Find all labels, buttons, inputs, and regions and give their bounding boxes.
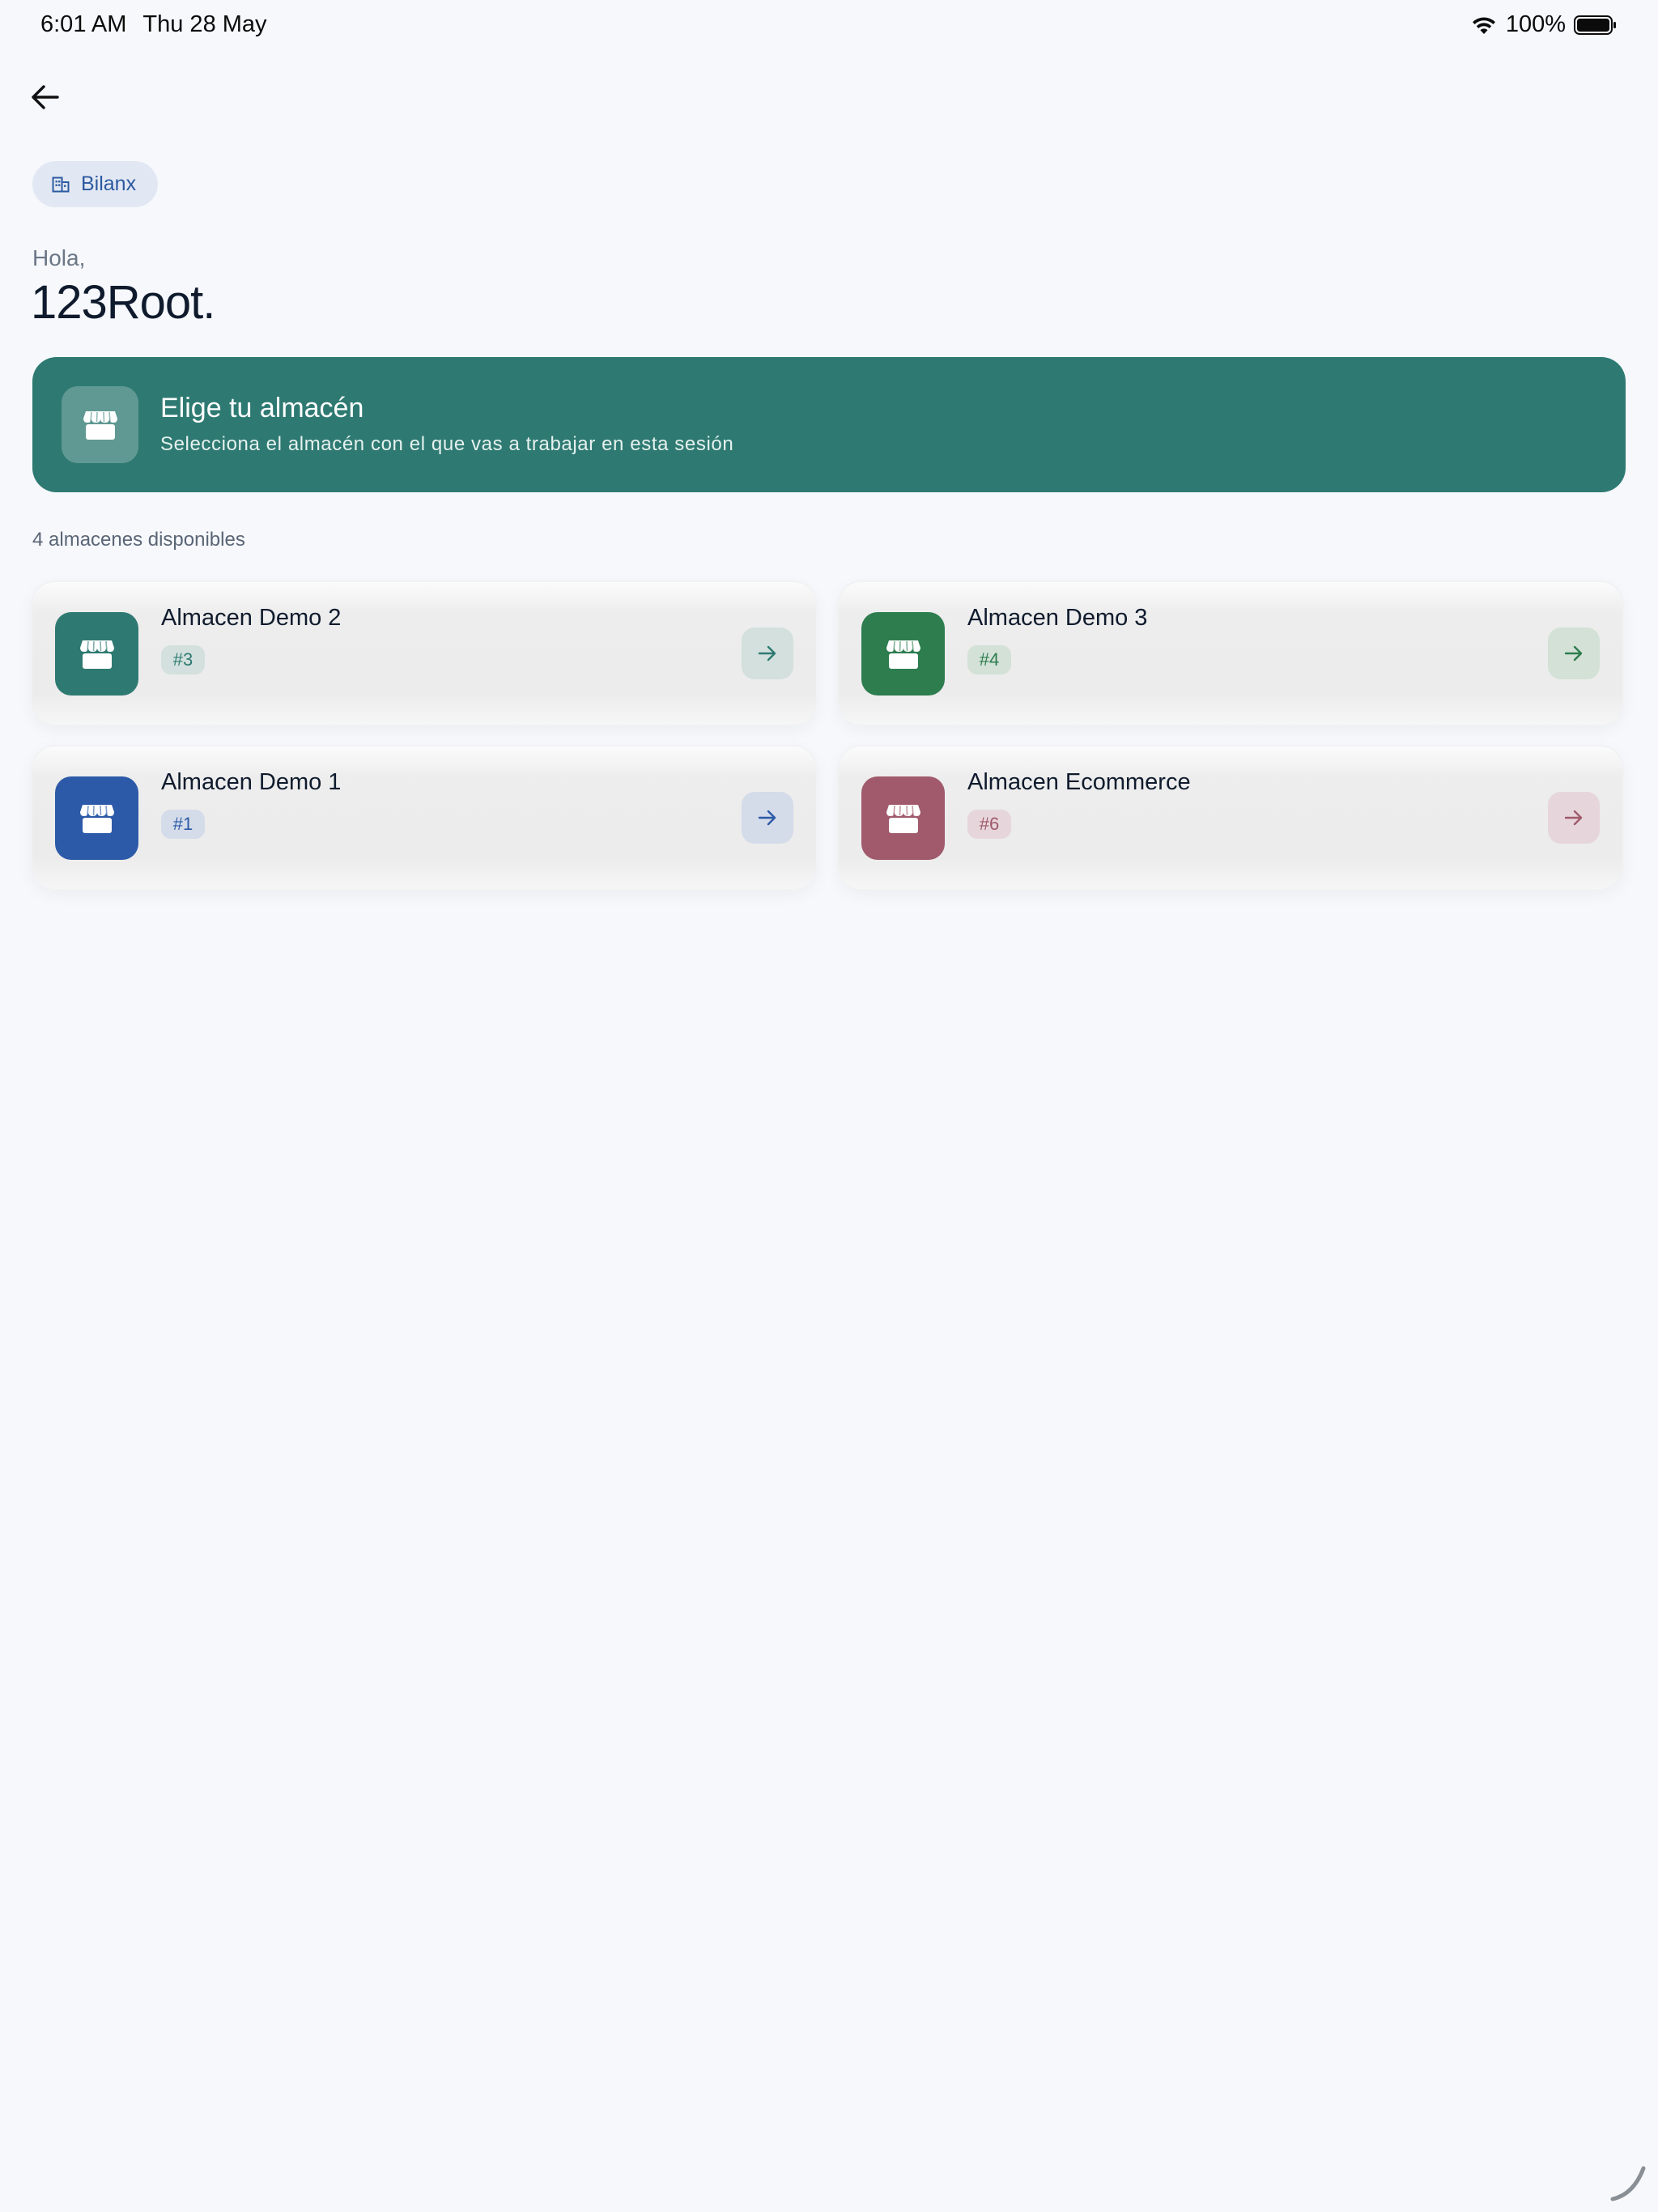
battery-percent: 100%: [1505, 11, 1566, 37]
organization-chip-label: Bilanx: [81, 172, 137, 195]
store-icon: [886, 640, 920, 669]
wifi-icon: [1472, 16, 1495, 34]
greeting-text: Hola,: [32, 245, 86, 270]
warehouse-open-button[interactable]: [1548, 792, 1600, 844]
warehouse-name: Almacen Demo 1: [161, 769, 342, 795]
warehouse-name: Almacen Demo 3: [967, 605, 1148, 631]
arrow-right-icon: [1564, 645, 1583, 661]
hero-subtitle: Selecciona el almacén con el que vas a t…: [160, 433, 734, 455]
status-clock: 6:01 AM Thu 28 May: [40, 11, 267, 38]
organization-chip[interactable]: Bilanx: [32, 161, 158, 207]
warehouse-id-badge: #4: [967, 645, 1011, 674]
store-icon: [79, 640, 114, 669]
status-bar: 6:01 AM Thu 28 May 100%: [0, 0, 1658, 52]
arrow-right-icon: [758, 645, 776, 661]
warehouse-icon-box: [861, 612, 945, 696]
corner-handle-icon: [1610, 2166, 1646, 2201]
battery-icon: [1574, 15, 1616, 35]
status-time: 6:01 AM: [40, 11, 127, 37]
warehouse-card[interactable]: Almacen Ecommerce #6: [839, 747, 1622, 889]
warehouse-name: Almacen Demo 2: [161, 605, 342, 631]
warehouse-id-badge: #1: [161, 810, 205, 839]
warehouse-open-button[interactable]: [1548, 627, 1600, 679]
status-indicators: 100%: [1470, 11, 1618, 38]
warehouse-card[interactable]: Almacen Demo 1 #1: [32, 747, 816, 889]
warehouse-icon-box: [55, 612, 138, 696]
warehouse-id-badge: #3: [161, 645, 205, 674]
hero-icon-box: [62, 386, 138, 463]
warehouse-icon-box: [55, 776, 138, 860]
back-button[interactable]: [24, 76, 66, 118]
store-icon: [83, 410, 117, 440]
arrow-right-icon: [758, 810, 776, 826]
warehouse-open-button[interactable]: [742, 792, 793, 844]
building-icon: [52, 177, 70, 192]
warehouse-id-badge: #6: [967, 810, 1011, 839]
warehouse-card[interactable]: Almacen Demo 2 #3: [32, 582, 816, 725]
warehouse-open-button[interactable]: [742, 627, 793, 679]
warehouse-name: Almacen Ecommerce: [967, 769, 1191, 795]
user-name: 123Root.: [31, 276, 215, 329]
status-date: Thu 28 May: [142, 11, 267, 37]
warehouse-count: 4 almacenes disponibles: [32, 529, 245, 551]
store-icon: [886, 804, 920, 833]
hero-title: Elige tu almacén: [160, 393, 364, 423]
warehouse-card[interactable]: Almacen Demo 3 #4: [839, 582, 1622, 725]
arrow-right-icon: [1564, 810, 1583, 826]
select-warehouse-banner: Elige tu almacén Selecciona el almacén c…: [32, 357, 1626, 492]
warehouse-icon-box: [861, 776, 945, 860]
store-icon: [79, 804, 114, 833]
arrow-left-icon: [32, 85, 59, 109]
